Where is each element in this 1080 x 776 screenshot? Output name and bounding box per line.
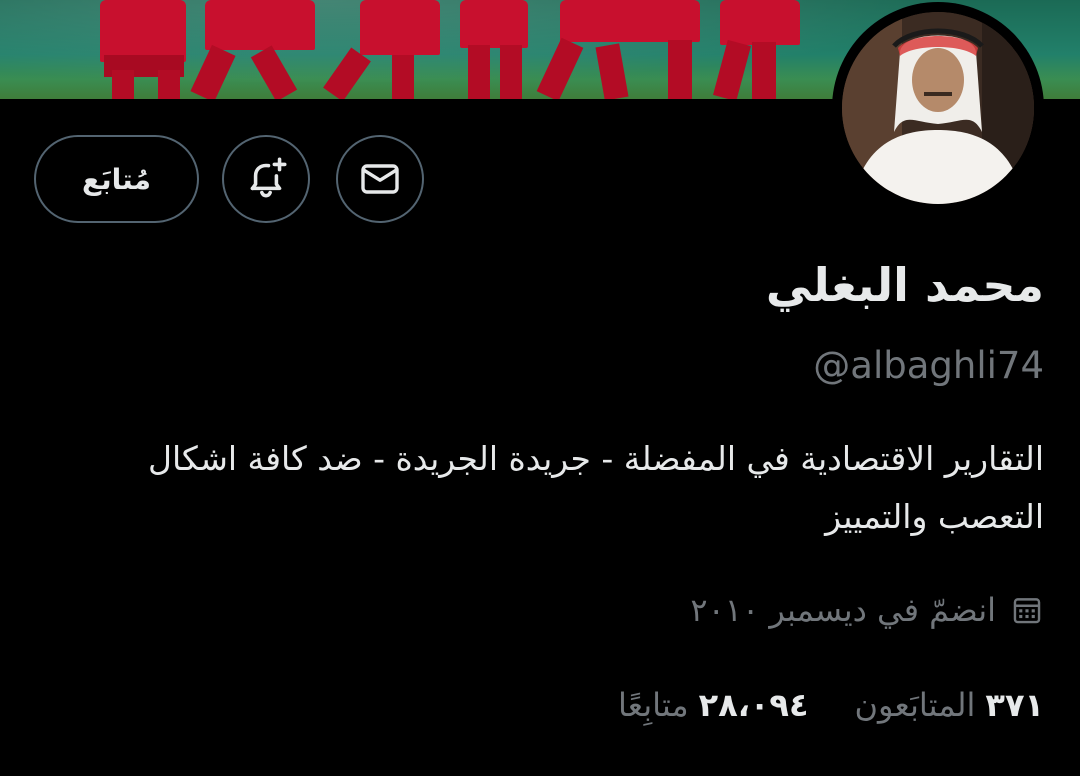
avatar-photo xyxy=(842,12,1034,204)
following-stat[interactable]: ٣٧١ المتابَعون xyxy=(854,686,1044,724)
followers-stat[interactable]: ٢٨،٠٩٤ متابِعًا xyxy=(618,686,808,724)
banner-player-leg xyxy=(158,70,180,99)
banner-player-leg xyxy=(752,42,776,99)
banner-player-figure xyxy=(720,0,800,45)
banner-player-leg xyxy=(112,70,134,99)
notifications-button[interactable] xyxy=(222,135,310,223)
joined-date-row: انضمّ في ديسمبر ٢٠١٠ xyxy=(690,585,1044,635)
banner-player-figure xyxy=(460,0,528,48)
followers-count: ٢٨،٠٩٤ xyxy=(698,686,809,724)
banner-player-leg xyxy=(468,45,490,99)
banner-player-figure xyxy=(100,0,186,62)
mail-icon xyxy=(361,164,399,194)
banner-player-figure xyxy=(205,0,315,50)
profile-handle: @albaghli74 xyxy=(813,344,1044,387)
followers-label: متابِعًا xyxy=(618,686,689,724)
banner-player-leg xyxy=(668,40,692,99)
joined-date-text: انضمّ في ديسمبر ٢٠١٠ xyxy=(690,591,996,629)
banner-player-figure xyxy=(560,0,700,42)
following-label: المتابَعون xyxy=(854,686,976,724)
banner-player-figure xyxy=(360,0,440,55)
banner-player-leg xyxy=(392,55,414,99)
banner-player-leg xyxy=(500,45,522,99)
following-button-label: مُتابَع xyxy=(82,162,151,196)
calendar-icon xyxy=(1013,598,1041,624)
profile-stats: ٣٧١ المتابَعون ٢٨،٠٩٤ متابِعًا xyxy=(572,680,1044,730)
following-button[interactable]: مُتابَع xyxy=(34,135,199,223)
avatar[interactable] xyxy=(842,12,1034,204)
profile-bio: التقارير الاقتصادية في المفضلة - جريدة ا… xyxy=(147,439,1044,536)
profile-display-name: محمد البغلي xyxy=(765,258,1044,312)
following-count: ٣٧١ xyxy=(985,686,1044,724)
bell-plus-icon xyxy=(250,157,287,198)
message-button[interactable] xyxy=(336,135,424,223)
